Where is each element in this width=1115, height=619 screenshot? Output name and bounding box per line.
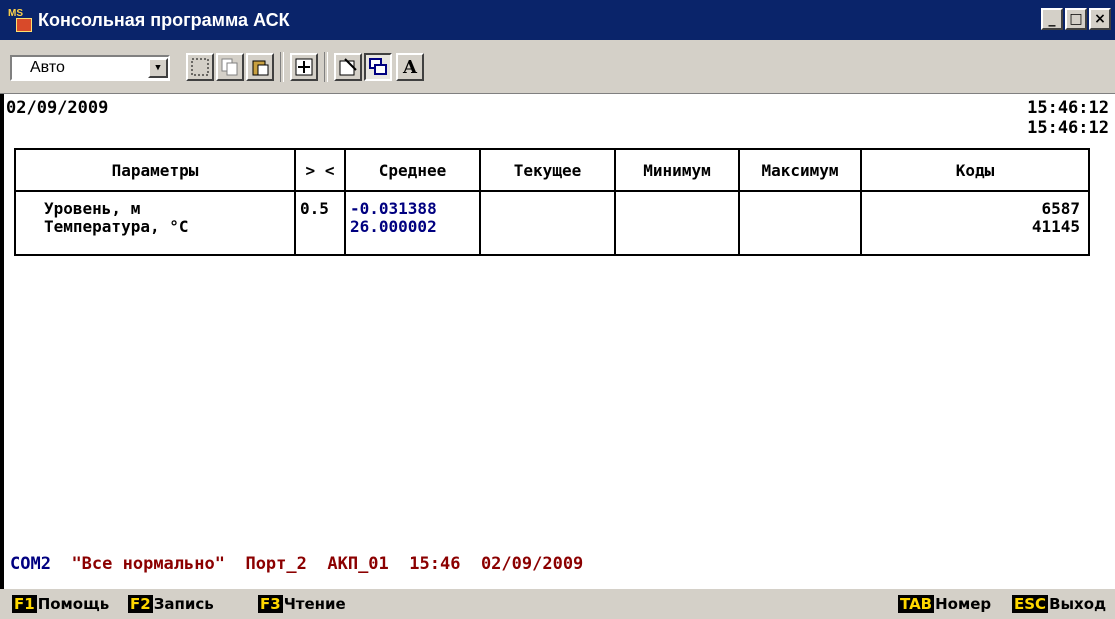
app-icon[interactable]: MS [8, 8, 32, 32]
header-time-2: 15:46:12 [1027, 118, 1109, 138]
table-header-row: Параметры > < Среднее Текущее Минимум Ма… [14, 148, 1090, 192]
close-icon: × [1094, 11, 1106, 27]
esc-exit-key[interactable]: ESC Выход [1012, 595, 1106, 613]
close-button[interactable]: × [1089, 8, 1111, 30]
function-key-bar: F1 Помощь F2 Запись F3 Чтение TAB Номер ESC В… [0, 589, 1115, 619]
fullscreen-icon [295, 58, 313, 76]
font-icon: A [403, 56, 417, 78]
paste-button[interactable] [246, 53, 274, 81]
f3-key-label: F3 [258, 595, 283, 613]
f2-record-key[interactable]: F2 Запись [128, 595, 214, 613]
chevron-down-icon[interactable]: ▼ [148, 58, 168, 78]
cell-min [614, 190, 740, 256]
header-current: Текущее [479, 148, 616, 192]
f1-help-key[interactable]: F1 Помощь [12, 595, 109, 613]
status-device: АКП_01 [327, 554, 389, 574]
table-row: Уровень, м Температура, °C 0.5 -0.031388… [14, 190, 1090, 256]
font-size-select[interactable]: Авто ▼ [10, 55, 170, 81]
font-size-value: Авто [30, 59, 65, 76]
cell-mean: -0.031388 26.000002 [344, 190, 481, 256]
esc-key-label: ESC [1012, 595, 1049, 613]
console-area: 02/09/2009 15:46:12 15:46:12 Параметры >… [0, 94, 1115, 589]
tab-number-key[interactable]: TAB Номер [898, 595, 991, 613]
f3-read-key[interactable]: F3 Чтение [258, 595, 346, 613]
header-mean: Среднее [344, 148, 481, 192]
cell-current [479, 190, 616, 256]
status-port-name: Порт_2 [245, 554, 307, 574]
window-title: Консольная программа АСК [38, 9, 290, 30]
copy-icon [221, 58, 238, 76]
copy-button[interactable] [216, 53, 244, 81]
status-date: 02/09/2009 [480, 554, 584, 574]
f1-key-label: F1 [12, 595, 37, 613]
status-line: COM2 "Все нормально" Порт_2 АКП_01 15:46… [10, 554, 583, 574]
toolbar: Авто ▼ A [0, 40, 1115, 94]
minimize-icon: _ [1048, 11, 1056, 27]
f2-key-text: Запись [153, 595, 214, 613]
cell-max [738, 190, 862, 256]
minimize-button[interactable]: _ [1041, 8, 1063, 30]
paste-icon [252, 60, 269, 76]
header-max: Максимум [738, 148, 862, 192]
header-date: 02/09/2009 [6, 98, 109, 118]
header-params: Параметры [14, 148, 296, 192]
mark-icon [191, 58, 209, 76]
tab-key-label: TAB [898, 595, 935, 613]
cell-params: Уровень, м Температура, °C [14, 190, 296, 256]
header-min: Минимум [614, 148, 740, 192]
background-button[interactable] [364, 53, 392, 81]
title-bar[interactable]: MS Консольная программа АСК _ □ × [0, 0, 1115, 40]
font-button[interactable]: A [396, 53, 424, 81]
mark-button[interactable] [186, 53, 214, 81]
background-icon [369, 58, 387, 75]
header-codes: Коды [860, 148, 1090, 192]
parameters-table: Параметры > < Среднее Текущее Минимум Ма… [14, 148, 1090, 256]
maximize-button[interactable]: □ [1065, 8, 1087, 30]
f1-key-text: Помощь [37, 595, 110, 613]
maximize-icon: □ [1069, 11, 1083, 27]
esc-key-text: Выход [1049, 595, 1107, 613]
status-port: COM2 [10, 554, 51, 574]
status-message: "Все нормально" [71, 554, 225, 574]
status-time: 15:46 [409, 554, 461, 574]
fullscreen-button[interactable] [290, 53, 318, 81]
properties-button[interactable] [334, 53, 362, 81]
properties-icon [339, 58, 357, 76]
cell-threshold: 0.5 [294, 190, 346, 256]
tab-key-text: Номер [935, 595, 992, 613]
header-threshold: > < [294, 148, 346, 192]
f2-key-label: F2 [128, 595, 153, 613]
header-time-1: 15:46:12 [1027, 98, 1109, 118]
cell-codes: 6587 41145 [860, 190, 1090, 256]
f3-key-text: Чтение [283, 595, 346, 613]
